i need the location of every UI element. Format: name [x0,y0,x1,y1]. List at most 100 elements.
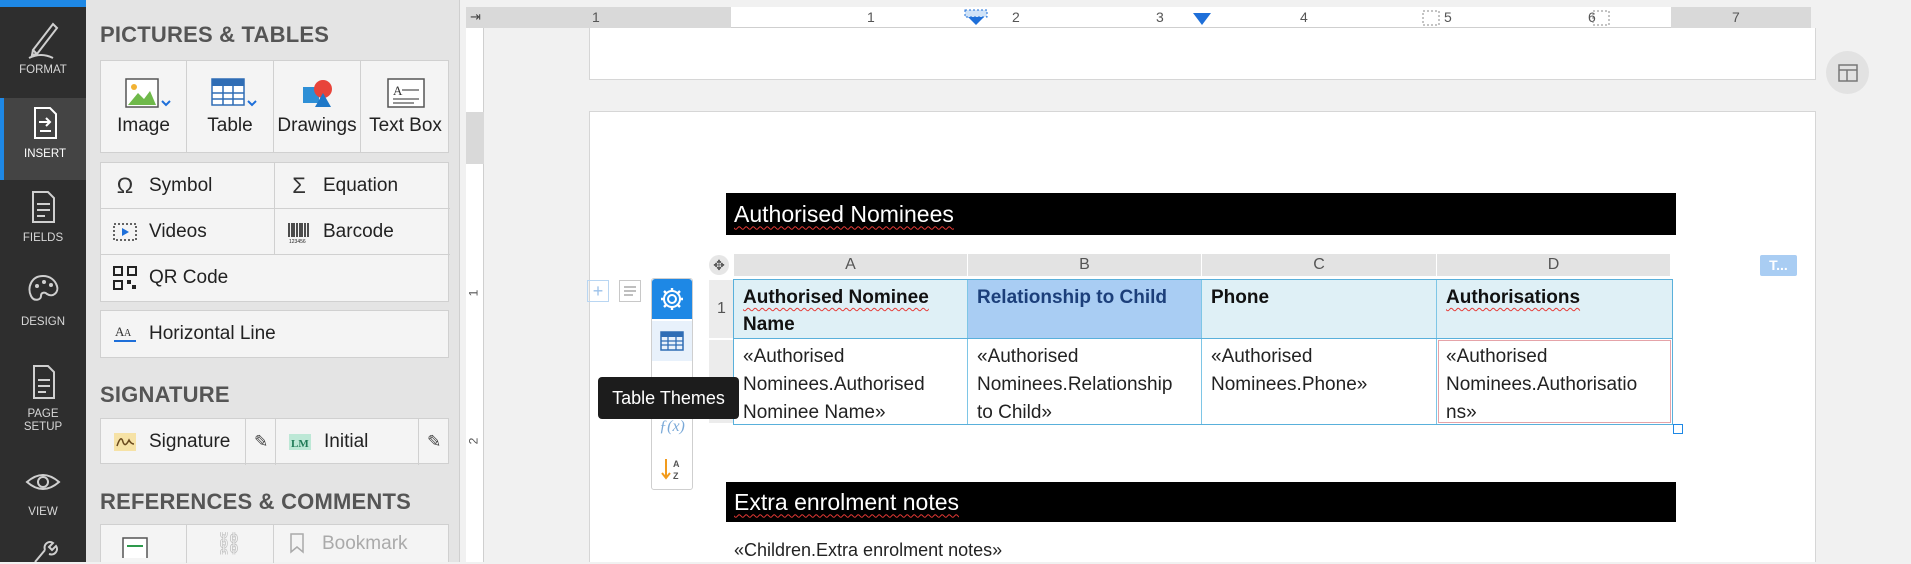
column-header-a[interactable]: A [734,254,968,276]
ruler-number: 3 [1156,9,1164,25]
table-settings-button[interactable] [652,279,692,319]
function-icon: ƒ(x) [659,418,685,435]
eye-icon [25,474,61,490]
cell-line: «Authorised [1446,346,1548,367]
image-label: Image [117,115,170,136]
equation-button[interactable]: Σ Equation [275,163,450,209]
initial-edit-button[interactable]: ✎ [419,419,450,465]
rail-tools[interactable] [0,540,86,562]
image-icon [124,78,171,108]
initial-button[interactable]: LM Initial [276,419,419,465]
videos-label: Videos [149,220,207,242]
heading-authorised-nominees-text: Authorised Nominees [734,201,954,228]
drawings-button[interactable]: Drawings [274,61,361,153]
insert-icon [34,107,57,139]
section-heading-authorised-nominees[interactable]: Authorised Nominees [726,193,1676,235]
field-tag-badge[interactable]: T... [1760,255,1797,276]
table-cell-header-d[interactable]: Authorisations [1437,280,1672,338]
link-button[interactable]: ⛓ [187,525,274,563]
sort-button[interactable]: AZ [652,449,692,489]
left-ruler[interactable]: 1 2 [466,28,484,562]
table-cell-body-a[interactable]: «Authorised Nominees.Authorised Nominee … [734,339,968,424]
table-cell-header-c[interactable]: Phone [1202,280,1437,338]
link-icon: ⛓ [215,531,243,556]
barcode-label: Barcode [323,220,394,242]
table-button[interactable]: Table [187,61,274,153]
barcode-button[interactable]: 123456 Barcode [275,209,450,255]
insert-rows-box: Ω Symbol Σ Equation Videos 123456 Barcode Q… [100,162,450,302]
rail-insert[interactable]: INSERT [0,98,86,180]
ruler-number: 1 [592,9,600,25]
ruler-column-marker[interactable] [1592,10,1610,26]
ruler-number: 1 [867,9,875,25]
table-cell-header-a[interactable]: Authorised Nominee Name [734,280,968,338]
table-cell-header-b[interactable]: Relationship to Child [968,280,1202,338]
table-move-handle[interactable]: ✥ [709,255,729,275]
notes-field-text[interactable]: «Children.Extra enrolment notes» [734,540,1002,561]
sort-az-icon: AZ [661,459,680,481]
ruler-number: 2 [466,437,481,445]
row-menu-button[interactable] [619,280,641,302]
header-d-text: Authorisations [1446,287,1581,308]
fields-icon [32,191,55,223]
misspelled-word: Extra enrolment notes [734,488,960,515]
rail-insert-label: INSERT [24,148,66,160]
add-row-button[interactable]: + [587,280,609,302]
rail-accent-bar [0,0,86,7]
top-ruler[interactable]: ⇥ 1 1 2 3 4 5 6 7 [466,7,1811,28]
heading-extra-notes-text: Extra enrolment notes [734,489,959,516]
rail-format[interactable]: FORMAT [0,14,86,96]
ruler-tab-marker[interactable] [1191,9,1213,27]
symbol-button[interactable]: Ω Symbol [101,163,275,209]
left-rail: FORMAT INSERT FIELDS DESIGN PAGE SETUP V… [0,0,86,562]
header-a-line1: Authorised Nominee [743,284,958,312]
misspelled-word: Authorised Nominees [734,200,954,227]
column-header-d[interactable]: D [1437,254,1671,276]
table-of-contents-button[interactable] [101,525,187,563]
rail-view[interactable]: VIEW [0,462,86,544]
pencil-icon: ✎ [254,432,269,451]
column-header-c[interactable]: C [1202,254,1437,276]
signature-button[interactable]: Signature [101,419,246,465]
wrench-icon [34,540,59,562]
rail-page-setup[interactable]: PAGE SETUP [0,358,86,448]
bookmark-button[interactable]: Bookmark [274,525,450,563]
table-cell-body-c[interactable]: «Authorised Nominees.Phone» [1202,339,1437,424]
text-box-button[interactable]: A Text Box [361,61,450,153]
table-cell-body-d[interactable]: «Authorised Nominees.Authorisatio ns» [1437,339,1672,424]
row-number-1[interactable]: 1 [709,280,734,338]
cell-line: «Authorised [1211,346,1313,367]
videos-button[interactable]: Videos [101,209,275,255]
table-cell-body-b[interactable]: «Authorised Nominees.Relationship to Chi… [968,339,1202,424]
qr-code-button[interactable]: QR Code [101,255,450,301]
rail-design[interactable]: DESIGN [0,266,86,348]
ruler-right-margin [1671,7,1811,28]
svg-text:A: A [393,83,403,98]
table-resize-handle[interactable] [1673,424,1683,434]
video-icon [113,220,137,244]
svg-text:LM: LM [291,438,309,450]
table-themes-button[interactable] [652,321,692,361]
equation-label: Equation [323,174,399,196]
cell-line: Nominees.Phone» [1211,374,1368,395]
ruler-tab-marker[interactable] [964,9,988,27]
svg-text:Z: Z [673,471,679,481]
column-header-b[interactable]: B [968,254,1202,276]
cell-line: Nominees.Relationship [977,374,1173,395]
palette-icon [28,274,59,301]
pen-icon [28,22,59,59]
toc-icon [113,524,153,564]
layout-toggle-button[interactable] [1826,51,1869,94]
section-heading-extra-notes[interactable]: Extra enrolment notes [726,482,1676,522]
signature-edit-button[interactable]: ✎ [246,419,276,465]
cell-line: Nominees.Authorised [743,374,925,395]
symbol-label: Symbol [149,174,213,196]
rail-fields[interactable]: FIELDS [0,182,86,264]
references-title: REFERENCES & COMMENTS [100,489,411,514]
initial-icon: LM [288,430,312,454]
initial-label: Initial [324,431,369,452]
ruler-column-marker[interactable] [1422,10,1440,26]
drawings-label: Drawings [277,115,357,136]
horizontal-line-button[interactable]: A A Horizontal Line [101,311,450,357]
image-button[interactable]: Image [101,61,187,153]
